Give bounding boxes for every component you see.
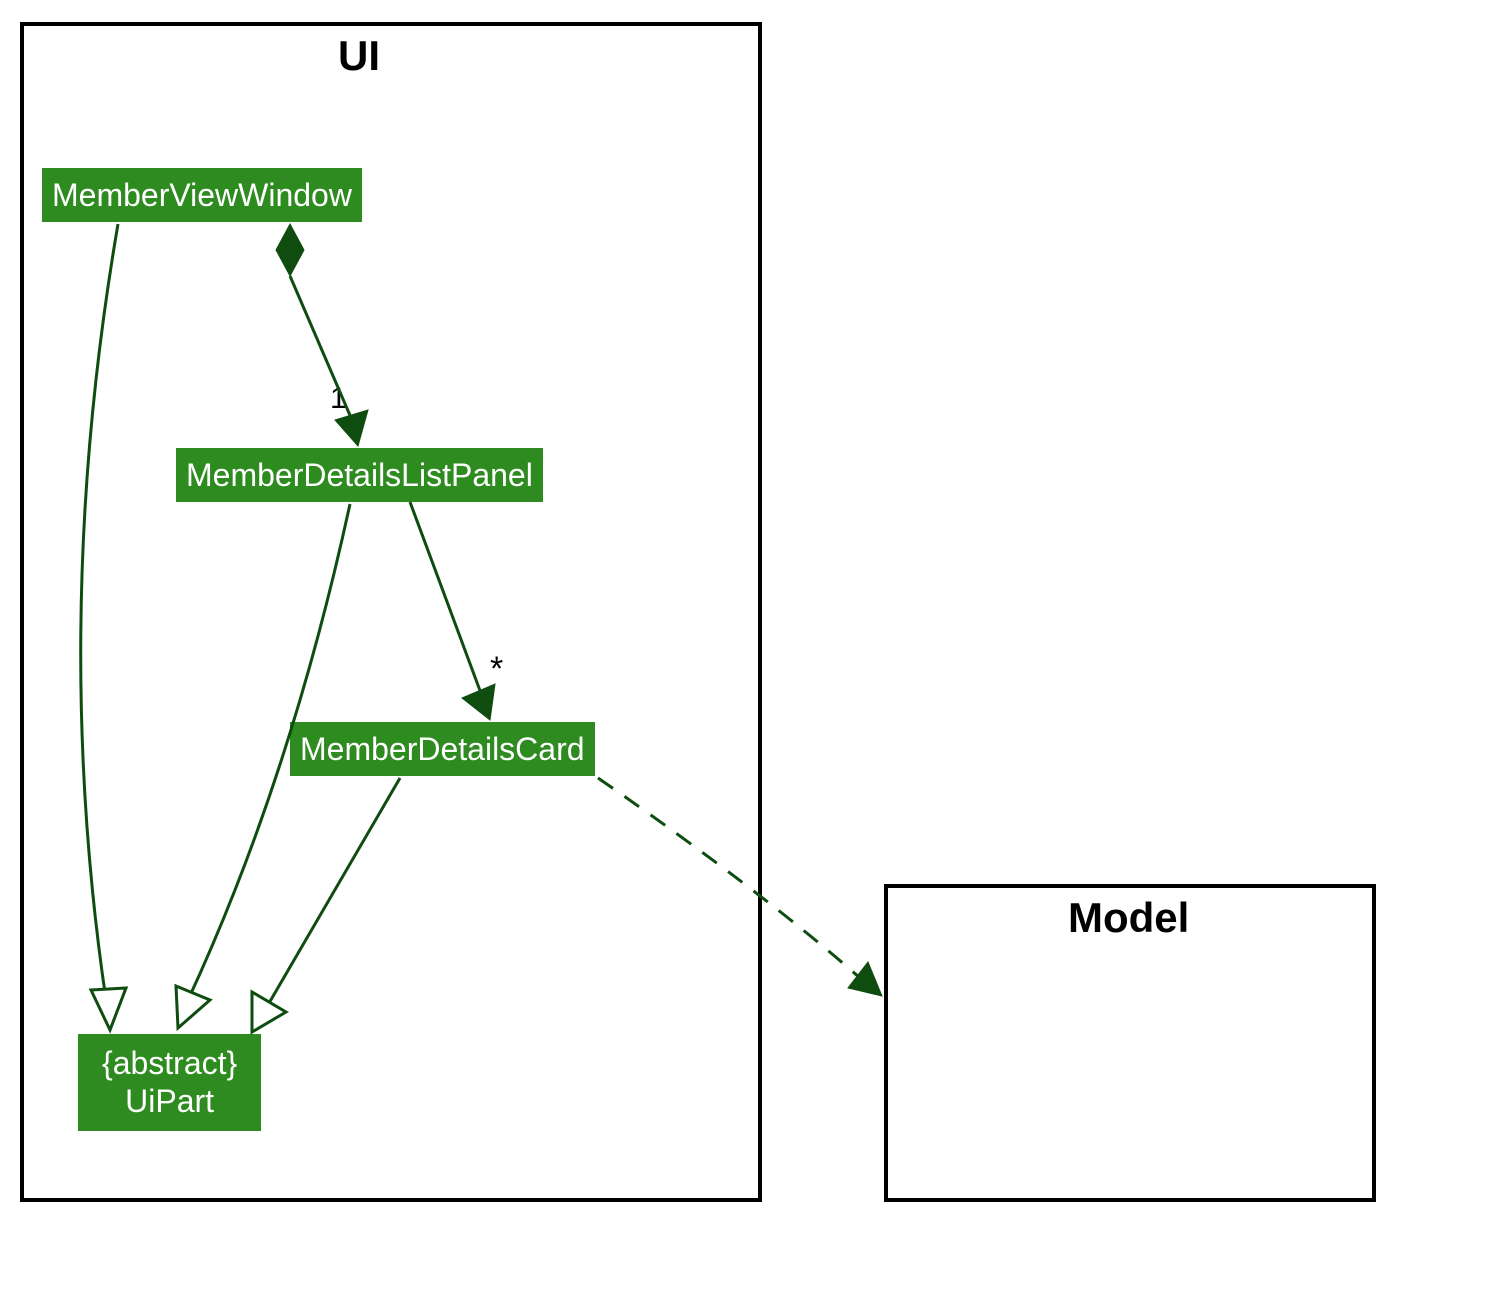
class-ui-part-abstract-label: {abstract} [102, 1045, 237, 1081]
class-ui-part-name-label: UiPart [125, 1083, 214, 1119]
diagram-container: UI Model MemberViewWindow MemberDetailsL… [0, 0, 1494, 1296]
class-member-details-list-panel-label: MemberDetailsListPanel [186, 457, 533, 493]
package-model-title: Model [1068, 894, 1189, 942]
multiplicity-many: * [490, 650, 503, 689]
class-member-details-list-panel: MemberDetailsListPanel [176, 448, 543, 502]
multiplicity-one: 1 [330, 382, 347, 416]
class-member-details-card: MemberDetailsCard [290, 722, 595, 776]
package-ui-title: UI [338, 32, 380, 80]
arrowhead-model-in [848, 962, 882, 996]
class-member-view-window-label: MemberViewWindow [52, 177, 352, 213]
class-member-details-card-label: MemberDetailsCard [300, 731, 585, 767]
class-member-view-window: MemberViewWindow [42, 168, 362, 222]
class-ui-part: {abstract} UiPart [78, 1034, 261, 1131]
